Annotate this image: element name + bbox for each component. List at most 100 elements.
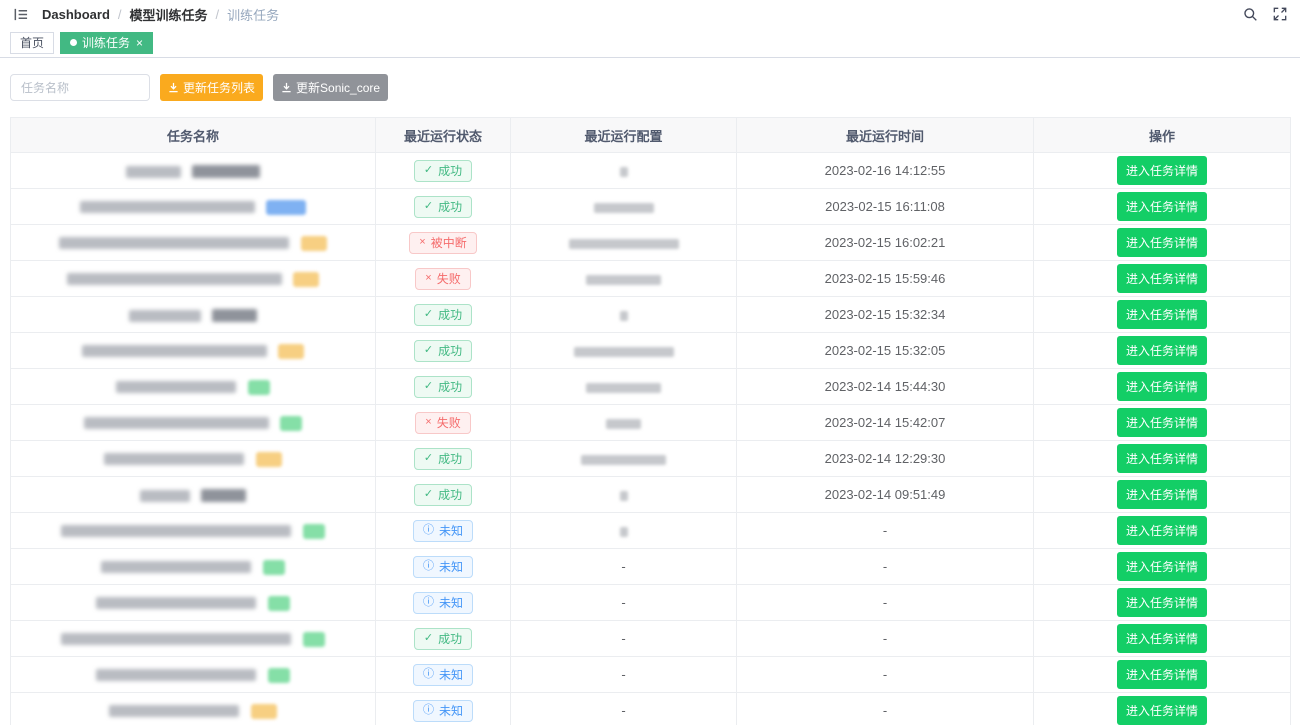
status-icon: ✓	[424, 633, 433, 644]
action-cell: 进入任务详情	[1034, 153, 1291, 189]
detail-button[interactable]: 进入任务详情	[1117, 372, 1207, 401]
breadcrumb-dashboard[interactable]: Dashboard	[42, 7, 110, 22]
table-row: ✓ 成功 2023-02-14 09:51:49 进入任务详情	[11, 477, 1291, 513]
detail-button[interactable]: 进入任务详情	[1117, 588, 1207, 617]
breadcrumb: Dashboard / 模型训练任务 / 训练任务	[42, 5, 279, 24]
task-name-cell	[11, 621, 376, 657]
update-task-list-button[interactable]: 更新任务列表	[160, 74, 263, 101]
status-badge: ✓ 成功	[414, 160, 472, 182]
status-label: 未知	[439, 669, 463, 681]
action-cell: 进入任务详情	[1034, 585, 1291, 621]
status-icon: ✓	[424, 345, 433, 356]
detail-button[interactable]: 进入任务详情	[1117, 696, 1207, 725]
task-name-cell	[11, 441, 376, 477]
task-name-search-input[interactable]	[10, 74, 150, 101]
time-cell: -	[737, 549, 1034, 585]
status-icon: ⓘ	[423, 525, 434, 536]
task-name-cell	[11, 369, 376, 405]
status-cell: ⓘ 未知	[376, 549, 511, 585]
status-label: 成功	[438, 165, 462, 177]
action-cell: 进入任务详情	[1034, 513, 1291, 549]
task-tag	[303, 524, 325, 539]
config-cell	[511, 297, 737, 333]
tab-training-tasks[interactable]: 训练任务 ×	[60, 32, 153, 54]
status-cell: × 失败	[376, 405, 511, 441]
status-icon: ⓘ	[423, 669, 434, 680]
task-name-redacted	[126, 166, 181, 178]
task-name-redacted	[109, 705, 239, 717]
task-tag	[293, 272, 319, 287]
status-label: 失败	[437, 417, 461, 429]
config-cell	[511, 189, 737, 225]
task-name-cell	[11, 693, 376, 725]
task-tag	[268, 596, 290, 611]
table-body: ✓ 成功 2023-02-16 14:12:55 进入任务详情 ✓ 成功 202…	[11, 153, 1291, 725]
task-name-redacted	[82, 345, 267, 357]
detail-button[interactable]: 进入任务详情	[1117, 624, 1207, 653]
update-sonic-core-button[interactable]: 更新Sonic_core	[273, 74, 388, 101]
fullscreen-icon[interactable]	[1272, 6, 1288, 22]
task-tag	[268, 668, 290, 683]
detail-button[interactable]: 进入任务详情	[1117, 300, 1207, 329]
status-cell: ✓ 成功	[376, 189, 511, 225]
action-cell: 进入任务详情	[1034, 405, 1291, 441]
tab-close-icon[interactable]: ×	[136, 37, 143, 49]
search-icon[interactable]	[1242, 6, 1258, 22]
task-name-redacted	[59, 237, 289, 249]
status-cell: ✓ 成功	[376, 621, 511, 657]
status-icon: ×	[425, 273, 431, 284]
breadcrumb-model-training[interactable]: 模型训练任务	[130, 5, 208, 24]
detail-button[interactable]: 进入任务详情	[1117, 156, 1207, 185]
detail-button[interactable]: 进入任务详情	[1117, 444, 1207, 473]
detail-button[interactable]: 进入任务详情	[1117, 336, 1207, 365]
table-row: ✓ 成功 2023-02-14 15:44:30 进入任务详情	[11, 369, 1291, 405]
table-row: ✓ 成功 2023-02-15 15:32:34 进入任务详情	[11, 297, 1291, 333]
status-badge: ✓ 成功	[414, 196, 472, 218]
status-icon: ✓	[424, 165, 433, 176]
action-cell: 进入任务详情	[1034, 225, 1291, 261]
time-cell: 2023-02-15 15:32:34	[737, 297, 1034, 333]
task-name-redacted	[67, 273, 282, 285]
task-tag	[248, 380, 270, 395]
status-label: 成功	[438, 345, 462, 357]
status-icon: ×	[419, 237, 425, 248]
status-cell: ⓘ 未知	[376, 693, 511, 725]
detail-button[interactable]: 进入任务详情	[1117, 264, 1207, 293]
config-cell	[511, 405, 737, 441]
action-cell: 进入任务详情	[1034, 693, 1291, 725]
table-row: ✓ 成功 2023-02-15 15:32:05 进入任务详情	[11, 333, 1291, 369]
status-cell: ✓ 成功	[376, 297, 511, 333]
status-label: 失败	[437, 273, 461, 285]
task-name-redacted	[129, 310, 201, 322]
status-cell: ⓘ 未知	[376, 585, 511, 621]
status-cell: ✓ 成功	[376, 369, 511, 405]
tab-home[interactable]: 首页	[10, 32, 54, 54]
detail-button[interactable]: 进入任务详情	[1117, 660, 1207, 689]
task-name-cell	[11, 657, 376, 693]
task-name-redacted	[96, 597, 256, 609]
hamburger-icon[interactable]	[12, 6, 28, 22]
detail-button[interactable]: 进入任务详情	[1117, 516, 1207, 545]
table-row: × 被中断 2023-02-15 16:02:21 进入任务详情	[11, 225, 1291, 261]
detail-button[interactable]: 进入任务详情	[1117, 192, 1207, 221]
task-name-redacted	[61, 633, 291, 645]
time-cell: -	[737, 657, 1034, 693]
time-cell: 2023-02-15 16:11:08	[737, 189, 1034, 225]
table-row: ⓘ 未知 - 进入任务详情	[11, 513, 1291, 549]
config-redacted	[606, 419, 641, 429]
table-row: ⓘ 未知 - - 进入任务详情	[11, 693, 1291, 725]
detail-button[interactable]: 进入任务详情	[1117, 552, 1207, 581]
status-icon: ⓘ	[423, 597, 434, 608]
table-row: ✓ 成功 - - 进入任务详情	[11, 621, 1291, 657]
status-icon: ✓	[424, 309, 433, 320]
task-tag	[192, 165, 260, 178]
status-badge: ✓ 成功	[414, 484, 472, 506]
detail-button[interactable]: 进入任务详情	[1117, 228, 1207, 257]
time-cell: 2023-02-16 14:12:55	[737, 153, 1034, 189]
detail-button[interactable]: 进入任务详情	[1117, 480, 1207, 509]
col-header-run-time: 最近运行时间	[737, 118, 1034, 153]
status-badge: ⓘ 未知	[413, 664, 473, 686]
status-cell: ✓ 成功	[376, 153, 511, 189]
time-cell: 2023-02-15 15:32:05	[737, 333, 1034, 369]
detail-button[interactable]: 进入任务详情	[1117, 408, 1207, 437]
